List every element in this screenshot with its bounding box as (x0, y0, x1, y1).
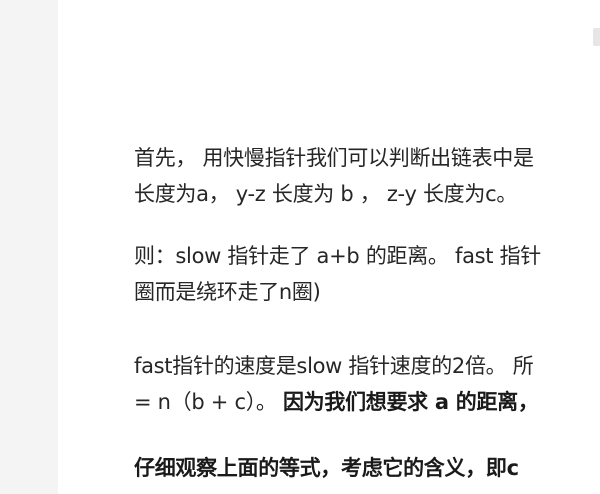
article-panel: 首先， 用快慢指针我们可以判断出链表中是 长度为a， y-z 长度为 b ， z… (58, 0, 600, 494)
left-sidebar (0, 0, 58, 494)
paragraph-3-text: = n（b + c）。 (134, 390, 283, 414)
paragraph-3-line-1: fast指针的速度是slow 指针速度的2倍。 所 (134, 354, 534, 378)
paragraph-3-line-2: = n（b + c）。 因为我们想要求 a 的距离， (134, 384, 600, 420)
paragraph-3-bold-text: 因为我们想要求 a 的距离， (282, 390, 539, 414)
paragraph-4-line-1: 仔细观察上面的等式，考虑它的含义，即c (134, 456, 519, 480)
toolbar-button-edge[interactable] (593, 28, 600, 46)
article-body: 首先， 用快慢指针我们可以判断出链表中是 长度为a， y-z 长度为 b ， z… (134, 140, 600, 486)
paragraph-1-line-1: 首先， 用快慢指针我们可以判断出链表中是 (134, 146, 534, 170)
paragraph-2-line-2: 圈而是绕环走了n圈) (134, 280, 321, 304)
paragraph-2-line-1: 则：slow 指针走了 a+b 的距离。 fast 指针 (134, 244, 542, 268)
paragraph-1-line-2: 长度为a， y-z 长度为 b ， z-y 长度为c。 (134, 182, 518, 206)
